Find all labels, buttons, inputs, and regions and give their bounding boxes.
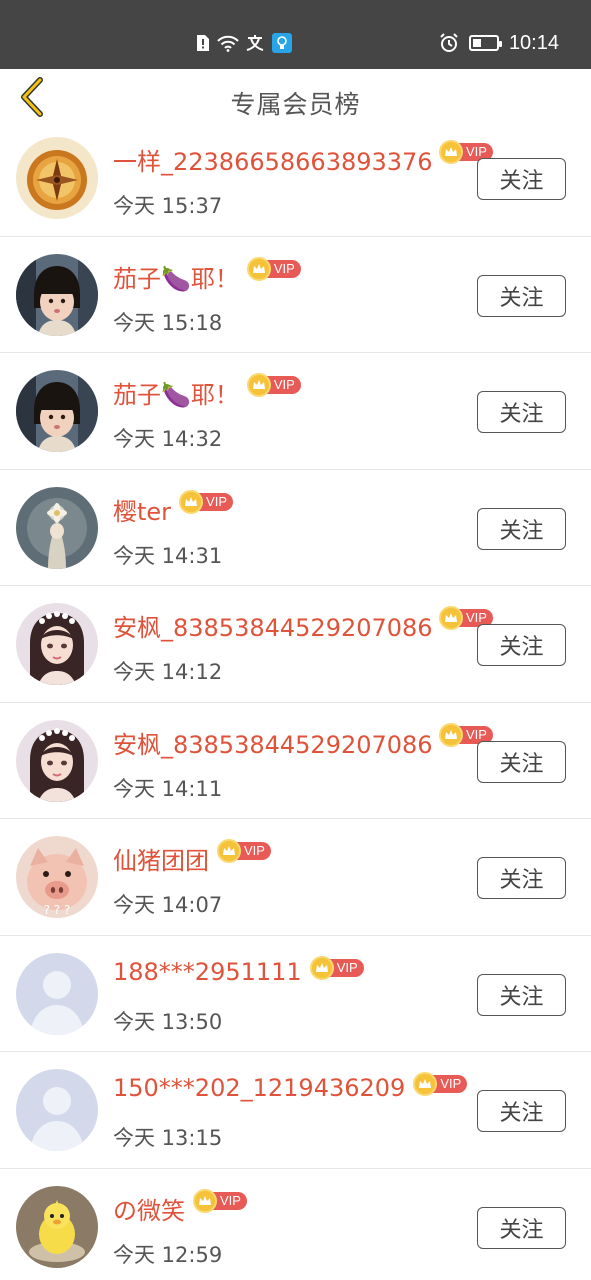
member-time: 今天 13:15 (113, 1126, 223, 1150)
follow-button[interactable]: 关注 (477, 507, 566, 550)
crown-icon (309, 955, 334, 980)
avatar[interactable] (16, 370, 98, 452)
member-name: の微笑 (113, 1196, 185, 1225)
avatar[interactable] (16, 719, 98, 802)
battery-icon (468, 35, 502, 51)
avatar[interactable] (16, 1185, 98, 1268)
member-time: 今天 15:37 (113, 194, 223, 218)
vip-badge: VIP (193, 1188, 247, 1213)
avatar[interactable]: ? ? ? (16, 836, 98, 918)
member-time: 今天 12:59 (113, 1242, 223, 1267)
member-row[interactable]: ? ? ? 仙猪团团 VIP 今天 14:07 关注 (0, 819, 591, 936)
member-time: 今天 14:07 (113, 893, 223, 917)
page-title: 专属会员榜 (230, 90, 361, 119)
member-time: 今天 14:31 (113, 543, 223, 568)
member-name: 188***2951111 (113, 957, 302, 986)
follow-button[interactable]: 关注 (477, 857, 566, 899)
member-name: 茄子🍆耶！ (113, 264, 239, 293)
member-row[interactable]: 一样_22386658663893376 VIP 今天 15:37 关注 (0, 120, 591, 237)
member-row[interactable]: 茄子🍆耶！ VIP 今天 15:18 关注 (0, 236, 591, 353)
vip-badge: VIP (179, 489, 234, 514)
vip-badge: VIP (217, 839, 271, 863)
member-name: 仙猪团团 (113, 847, 209, 875)
follow-button[interactable]: 关注 (477, 1206, 566, 1249)
alarm-icon (439, 33, 459, 53)
follow-button[interactable]: 关注 (477, 740, 566, 783)
member-name: 150***202_1219436209 (113, 1074, 406, 1102)
crown-icon (246, 373, 271, 397)
avatar[interactable] (16, 137, 98, 219)
follow-button[interactable]: 关注 (477, 624, 566, 666)
crown-icon (179, 489, 204, 514)
member-name: 樱ter (113, 497, 172, 526)
wifi-icon (216, 34, 240, 52)
vip-badge: VIP (413, 1072, 468, 1096)
follow-button[interactable]: 关注 (477, 391, 566, 433)
vip-badge: VIP (246, 373, 301, 397)
member-row[interactable]: 安枫_83853844529207086 VIP 今天 14:11 关注 (0, 702, 591, 819)
member-time: 今天 14:32 (113, 427, 223, 451)
crown-icon (193, 1188, 217, 1213)
follow-button[interactable]: 关注 (477, 274, 566, 317)
status-bar: 10:14 (0, 0, 591, 69)
translate-icon (246, 34, 266, 52)
member-row[interactable]: 188***2951111 VIP 今天 13:50 关注 (0, 935, 591, 1052)
avatar[interactable] (16, 253, 98, 336)
member-name: 一样_22386658663893376 (113, 148, 433, 176)
member-row[interactable]: 茄子🍆耶！ VIP 今天 14:32 关注 (0, 353, 591, 470)
member-name: 茄子🍆耶！ (113, 381, 239, 409)
bulb-app-icon (272, 33, 292, 53)
crown-icon (217, 839, 241, 863)
member-name: 安枫_83853844529207086 (113, 614, 433, 642)
status-right: 10:14 (439, 28, 559, 58)
member-row[interactable]: 150***202_1219436209 VIP 今天 13:15 关注 (0, 1052, 591, 1169)
crown-icon (439, 722, 463, 747)
crown-icon (439, 140, 463, 164)
avatar[interactable] (16, 486, 98, 569)
svg-text:? ? ?: ? ? ? (44, 903, 71, 917)
follow-button[interactable]: 关注 (477, 1090, 566, 1132)
member-row[interactable]: の微笑 VIP 今天 12:59 关注 (0, 1168, 591, 1280)
member-time: 今天 13:50 (113, 1009, 223, 1034)
member-name: 安枫_83853844529207086 (113, 730, 433, 759)
avatar[interactable] (16, 1069, 98, 1151)
sim-alert-icon (196, 34, 210, 52)
crown-icon (439, 606, 463, 630)
member-row[interactable]: 安枫_83853844529207086 VIP 今天 14:12 关注 (0, 586, 591, 703)
avatar[interactable] (16, 603, 98, 685)
vip-badge: VIP (309, 955, 364, 980)
member-row[interactable]: 樱ter VIP 今天 14:31 关注 (0, 469, 591, 586)
clock-time: 10:14 (508, 31, 559, 54)
vip-badge: VIP (246, 256, 301, 281)
member-time: 今天 14:12 (113, 660, 223, 684)
follow-button[interactable]: 关注 (477, 158, 566, 200)
status-left-icons (196, 30, 292, 56)
avatar[interactable] (16, 952, 98, 1035)
follow-button[interactable]: 关注 (477, 973, 566, 1016)
member-time: 今天 14:11 (113, 776, 223, 801)
member-time: 今天 15:18 (113, 310, 223, 335)
crown-icon (246, 256, 271, 281)
member-list: 一样_22386658663893376 VIP 今天 15:37 关注 茄子🍆耶！ VI… (0, 120, 591, 1280)
